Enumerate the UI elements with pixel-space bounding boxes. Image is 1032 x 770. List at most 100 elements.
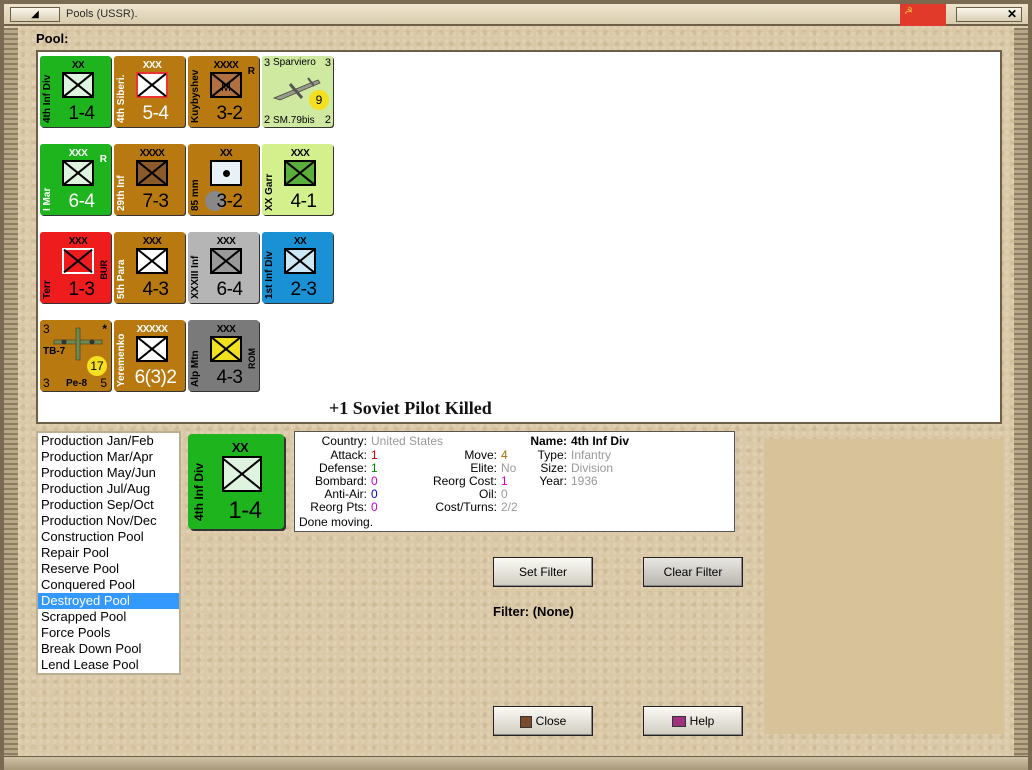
unit-strength: 3-2 (216, 191, 243, 212)
aircraft-value: 5 (100, 376, 107, 390)
unit-counter[interactable]: 85 mm XX 3-2 (188, 144, 259, 215)
unit-tag: BUR (99, 260, 109, 280)
aircraft-value: 3 (43, 376, 50, 390)
window-title: Pools (USSR). (66, 8, 138, 20)
unit-strength: 6-4 (216, 279, 243, 300)
unit-strength: 6-4 (68, 191, 95, 212)
costturns-value: 2/2 (501, 500, 518, 514)
aircraft-name: Sparviero (273, 57, 316, 68)
unit-size: XXX (68, 236, 88, 247)
unit-strength: 4-1 (290, 191, 317, 212)
list-item[interactable]: Construction Pool (38, 529, 179, 545)
aircraft-name: TB-7 (43, 346, 66, 357)
antiair-value: 0 (371, 487, 378, 501)
bottom-frame (4, 756, 1028, 770)
help-button[interactable]: Help (643, 706, 743, 736)
aircraft-value: 3 (43, 322, 50, 336)
list-item[interactable]: Production Sep/Oct (38, 497, 179, 513)
pool-list[interactable]: Production Jan/Feb Production Mar/Apr Pr… (36, 431, 181, 675)
aircraft-number-badge: 9 (309, 90, 329, 110)
list-item[interactable]: Lend Lease Pool (38, 657, 179, 673)
reorgcost-label: Reorg Cost: (432, 474, 497, 488)
unit-strength: 3-2 (216, 103, 243, 124)
selected-unit-counter: 4th Inf Div XX 1-4 (188, 434, 284, 529)
close-window-button[interactable]: ✕ (956, 7, 1022, 22)
unit-strength: 2-3 (290, 279, 317, 300)
list-item[interactable]: Conquered Pool (38, 577, 179, 593)
close-button-label: Close (535, 714, 567, 728)
list-item[interactable]: Force Pools (38, 625, 179, 641)
unit-tag: ROM (247, 348, 257, 369)
list-item[interactable]: Production Nov/Dec (38, 513, 179, 529)
elite-value: No (501, 461, 517, 475)
unit-counter[interactable]: I Mar XXX R 6-4 (40, 144, 111, 215)
attack-label: Attack: (330, 448, 367, 462)
infantry-symbol-icon (136, 160, 168, 186)
unit-size: XXX (290, 148, 310, 159)
aircraft-value: 3 (264, 57, 271, 69)
move-label: Move: (464, 448, 497, 462)
bombard-label: Bombard: (314, 474, 367, 488)
list-item[interactable]: Break Down Pool (38, 641, 179, 657)
unit-name: Kuybyshev (190, 69, 201, 123)
unit-counter[interactable]: 1st Inf Div XX 2-3 (262, 232, 333, 303)
list-item[interactable]: Scrapped Pool (38, 609, 179, 625)
unit-name: XXXIII Inf (190, 255, 201, 299)
aircraft-counter[interactable]: 3 * TB-7 17 3 Pe-8 5 (40, 320, 111, 391)
unit-counter[interactable]: 4th Inf Div XX 1-4 (40, 56, 111, 127)
oil-value: 0 (501, 487, 508, 501)
defense-label: Defense: (318, 461, 367, 475)
unit-name: XX Garr (264, 173, 275, 211)
year-label: Year: (539, 474, 567, 488)
aircraft-value: 2 (264, 114, 271, 126)
unit-size: XX (231, 440, 249, 455)
reorgpts-value: 0 (371, 500, 378, 514)
reorgcost-value: 1 (501, 474, 508, 488)
country-label: Country: (321, 434, 367, 448)
unit-name: Yeremenko (116, 333, 127, 387)
unit-size: XX (71, 60, 85, 71)
unit-counter[interactable]: Yeremenko XXXXX 6(3)2 (114, 320, 185, 391)
unit-strength: 7-3 (142, 191, 169, 212)
unit-counter[interactable]: 29th Inf XXXX 7-3 (114, 144, 185, 215)
infantry-symbol-icon (62, 72, 94, 98)
name-value: 4th Inf Div (571, 434, 630, 448)
list-item[interactable]: Production Mar/Apr (38, 449, 179, 465)
infantry-symbol-icon (62, 248, 94, 274)
left-frame (4, 28, 18, 758)
list-item[interactable]: Production Jul/Aug (38, 481, 179, 497)
aircraft-value: 2 (324, 114, 331, 126)
unit-counter[interactable]: 4th Siberi. XXX 5-4 (114, 56, 185, 127)
clear-filter-button[interactable]: Clear Filter (643, 557, 743, 587)
ussr-flag-icon: ☭ (900, 4, 946, 26)
close-button[interactable]: Close (493, 706, 593, 736)
unit-name: Terr (42, 280, 53, 299)
list-item[interactable]: Repair Pool (38, 545, 179, 561)
unit-counter[interactable]: 5th Para XXX 4-3 (114, 232, 185, 303)
mountain-symbol-icon (210, 336, 242, 362)
unit-details-panel: Country: United States Attack: 1 Defense… (294, 431, 735, 532)
list-item[interactable]: Reserve Pool (38, 561, 179, 577)
window-menu-button[interactable]: ◢ (10, 7, 60, 22)
aircraft-counter[interactable]: 3 Sparviero 3 9 2 SM.79bis 2 (262, 56, 333, 127)
unit-counter[interactable]: Terr XXX BUR 1-3 (40, 232, 111, 303)
unit-strength: 1-4 (68, 103, 95, 124)
list-item[interactable]: Production May/Jun (38, 465, 179, 481)
pilot-killed-notice: +1 Soviet Pilot Killed (329, 398, 492, 418)
antiair-label: Anti-Air: (324, 487, 367, 501)
pool-area: 4th Inf Div XX 1-4 4th Siberi. XXX 5-4 K… (36, 50, 1002, 424)
size-value: Division (571, 461, 614, 475)
close-door-icon (519, 715, 532, 728)
unit-counter[interactable]: Alp Mtn XXX ROM 4-3 (188, 320, 259, 391)
reorgpts-label: Reorg Pts: (310, 500, 367, 514)
list-item[interactable]: Production Jan/Feb (38, 433, 179, 449)
list-item-selected[interactable]: Destroyed Pool (38, 593, 179, 609)
unit-counter[interactable]: XXXIII Inf XXX 6-4 (188, 232, 259, 303)
set-filter-button[interactable]: Set Filter (493, 557, 593, 587)
unit-name: 85 mm (190, 179, 201, 211)
unit-name: I Mar (42, 187, 53, 211)
unit-counter[interactable]: Kuybyshev XXXX R M 3-2 (188, 56, 259, 127)
info-panel (764, 439, 1004, 734)
unit-counter[interactable]: XX Garr XXX 4-1 (262, 144, 333, 215)
unit-tag: R (247, 66, 255, 77)
